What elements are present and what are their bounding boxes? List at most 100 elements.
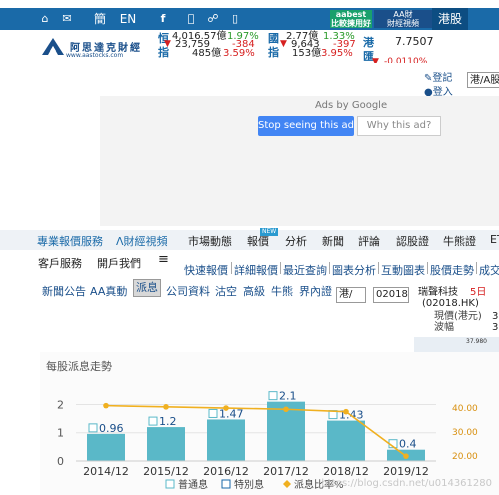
home-icon[interactable]: ⌂ bbox=[38, 8, 52, 30]
register-link[interactable]: ✎登記 bbox=[424, 69, 452, 84]
menu-finance-video-label: 財經視頻 bbox=[123, 235, 168, 248]
mail-icon[interactable]: ✉ bbox=[60, 8, 74, 30]
promo1-line1: aabest bbox=[335, 10, 367, 19]
index2-down-arrow-icon: ▼ bbox=[280, 39, 287, 49]
menu-customer-service[interactable]: 客戶服務 bbox=[38, 255, 82, 271]
bar-value-label: 2.1 bbox=[279, 390, 297, 403]
top-strip bbox=[0, 0, 499, 8]
submenu-interactive-chart[interactable]: 互動圖表 bbox=[381, 262, 425, 278]
tab-inline-warrants[interactable]: 界內證 bbox=[299, 283, 332, 299]
finance-video-icon: Λ bbox=[116, 235, 124, 248]
x-tick-label: 2017/12 bbox=[263, 465, 309, 478]
y-right-tick-label: 40.00 bbox=[452, 404, 478, 414]
menu-news[interactable]: 新聞 bbox=[322, 233, 344, 249]
tab-dividend[interactable]: 派息 bbox=[133, 279, 161, 297]
logo-url: www.aastocks.com bbox=[66, 52, 124, 59]
stock-name: 瑞聲科技 bbox=[418, 287, 458, 298]
lang-traditional-link[interactable]: 簡 bbox=[92, 8, 108, 30]
submenu-volume[interactable]: 成交 bbox=[479, 262, 499, 278]
market-select[interactable]: 港/ bbox=[336, 287, 366, 303]
menu-open-account[interactable]: 開戶我們 bbox=[97, 255, 141, 271]
menu-warrants[interactable]: 認股證 bbox=[396, 233, 429, 249]
bar-label-marker bbox=[88, 423, 98, 433]
bar-label-marker bbox=[268, 391, 278, 401]
range-value: 36 bbox=[492, 322, 499, 333]
hamburger-menu-icon[interactable]: ≡ bbox=[158, 252, 169, 267]
tab-announcements[interactable]: 新聞公告 bbox=[42, 283, 86, 299]
payout-ratio-point bbox=[403, 453, 409, 459]
y-left-tick-label: 1 bbox=[57, 427, 64, 440]
stock-code-input[interactable]: 02018 bbox=[373, 287, 409, 303]
finance-video-promo-button[interactable]: AA財 財經視頻 bbox=[374, 10, 432, 28]
submenu-recent-search[interactable]: 最近查詢 bbox=[283, 262, 327, 278]
payout-ratio-point bbox=[283, 406, 289, 413]
bar bbox=[147, 427, 185, 461]
range-label: 波幅 bbox=[434, 322, 454, 333]
index3-value: 7.7507 bbox=[395, 35, 434, 48]
aabest-promo-button[interactable]: aabest 比較揀用好 bbox=[330, 10, 372, 28]
aastocks-logo-icon[interactable] bbox=[40, 37, 66, 57]
dividend-chart: 0 1 2 20.00 30.00 40.00 0.96 2014/12 1.2 2015/12 1… bbox=[57, 390, 492, 491]
separator bbox=[476, 262, 477, 274]
bar-value-label: 1.47 bbox=[219, 407, 244, 420]
menu-commentary[interactable]: 評論 bbox=[358, 233, 380, 249]
price-value: 36 bbox=[492, 311, 499, 322]
separator bbox=[427, 262, 428, 274]
separator bbox=[378, 262, 379, 274]
bar bbox=[87, 433, 125, 461]
x-tick-label: 2015/12 bbox=[143, 465, 189, 478]
stop-seeing-ad-button[interactable]: Stop seeing this ad bbox=[258, 116, 354, 136]
y-right-tick-label: 30.00 bbox=[452, 428, 478, 438]
tab-advanced[interactable]: 高級 bbox=[243, 283, 265, 299]
index1-down-arrow-icon: ▼ bbox=[164, 39, 171, 49]
facebook-icon[interactable]: f bbox=[156, 8, 170, 30]
payout-ratio-point bbox=[223, 405, 229, 411]
new-badge: NEW bbox=[260, 228, 279, 236]
tab-company-info[interactable]: 公司資料 bbox=[166, 283, 210, 299]
promo2-line1: AA財 bbox=[393, 10, 413, 19]
bar-label-marker bbox=[208, 408, 218, 418]
bar bbox=[207, 419, 245, 461]
submenu-detailed-quote[interactable]: 詳細報價 bbox=[234, 262, 278, 278]
five-day-label[interactable]: 5日 bbox=[470, 287, 486, 298]
bar-value-label: 0.96 bbox=[99, 422, 124, 435]
header-clip bbox=[150, 63, 430, 67]
android-icon[interactable]: ☍ bbox=[206, 8, 220, 30]
legend-marker-ratio bbox=[283, 480, 291, 488]
y-left-tick-label: 2 bbox=[57, 398, 64, 411]
tab-cbbc[interactable]: 牛熊 bbox=[271, 283, 293, 299]
legend-label-regular: 普通息 bbox=[178, 478, 208, 491]
index2-label-top: 國 bbox=[268, 32, 279, 45]
x-tick-label: 2018/12 bbox=[323, 465, 369, 478]
why-this-ad-button[interactable]: Why this ad? bbox=[357, 116, 441, 136]
x-tick-label: 2016/12 bbox=[203, 465, 249, 478]
small-value: 37.980 bbox=[466, 338, 487, 345]
menu-cbbc[interactable]: 牛熊證 bbox=[443, 233, 476, 249]
index1-turnover-pct: 3.59% bbox=[223, 48, 255, 59]
tab-aa-live[interactable]: AA真動 bbox=[90, 283, 127, 299]
submenu-price-trend[interactable]: 股價走勢 bbox=[430, 262, 474, 278]
market-search-input[interactable]: 港/A股 bbox=[467, 72, 499, 88]
submenu-quick-quote[interactable]: 快速報價 bbox=[184, 262, 228, 278]
apple-icon[interactable]:  bbox=[184, 8, 198, 30]
index3-label-top: 港 bbox=[363, 36, 374, 49]
menu-pro-quote-service[interactable]: 專業報價服務 bbox=[37, 233, 103, 249]
price-label: 現價(港元) bbox=[434, 311, 482, 322]
watermark-text: https://blog.csdn.net/u014361280 bbox=[321, 478, 492, 489]
mobile-icon[interactable]: ▯ bbox=[228, 8, 242, 30]
tab-hk-stocks[interactable]: 港股 bbox=[432, 8, 468, 30]
menu-market-news[interactable]: 市場動態 bbox=[188, 233, 232, 249]
separator bbox=[231, 262, 232, 274]
x-tick-label: 2019/12 bbox=[383, 465, 429, 478]
menu-et[interactable]: ET bbox=[490, 233, 499, 246]
lang-english-link[interactable]: EN bbox=[118, 8, 138, 30]
legend-marker-special bbox=[221, 479, 231, 489]
menu-analysis[interactable]: 分析 bbox=[285, 233, 307, 249]
ads-by-google-label: Ads by Google bbox=[315, 100, 388, 111]
tab-short-selling[interactable]: 沽空 bbox=[215, 283, 237, 299]
submenu-chart-analysis[interactable]: 圖表分析 bbox=[332, 262, 376, 278]
x-tick-label: 2014/12 bbox=[83, 465, 129, 478]
payout-ratio-point bbox=[343, 408, 349, 415]
index2-turnover: 153億 bbox=[292, 48, 322, 59]
menu-finance-video[interactable]: Λ財經視頻 bbox=[116, 233, 168, 249]
